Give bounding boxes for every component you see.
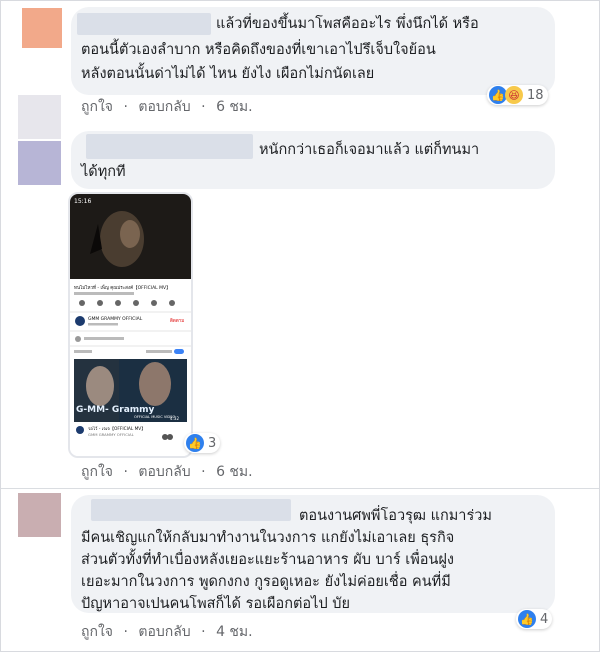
channel-name: GMM GRAMMY OFFICIAL	[88, 316, 143, 322]
avatar[interactable]	[18, 493, 61, 537]
reaction-count: 4	[540, 611, 549, 627]
avatar[interactable]	[18, 141, 61, 185]
reply-link[interactable]: ตอบกลับ	[138, 624, 190, 640]
comment-text-line: แล้วที่ของขึ้นมาโพสคืออะไร พึ่งนึกได้ หร…	[216, 16, 479, 32]
reply-link[interactable]: ตอบกลับ	[138, 464, 190, 480]
timestamp[interactable]: 6 ชม.	[216, 464, 253, 480]
comment-actions: ถูกใจ · ตอบกลับ · 6 ชม.	[81, 99, 253, 115]
commenter-name-blurred[interactable]	[86, 134, 253, 159]
commenter-name-blurred[interactable]	[91, 499, 291, 521]
video-app-screenshot: 15:16 ทนไม่ไหวที่ - เพ็ญ คุณประสงค์【OFFI…	[70, 194, 191, 456]
comment-text-line: ส่วนตัวทั้งที่ทำเบื่องหลังเยอะแยะร้านอาห…	[81, 552, 454, 568]
reaction-summary[interactable]: 👍 😆 18	[487, 85, 548, 105]
status-time: 15:16	[74, 198, 91, 205]
comment-text-line: หลังตอนนั้นด่าไม่ได้ ไหน ยังไง เผือกไม่ก…	[81, 66, 375, 82]
reaction-count: 18	[527, 87, 544, 103]
comment-text-line: ได้ทุกที	[81, 164, 126, 180]
comment-thread: แล้วที่ของขึ้นมาโพสคืออะไร พึ่งนึกได้ หร…	[0, 0, 600, 652]
avatar[interactable]	[18, 95, 61, 139]
next-video-channel: GMM GRAMMY OFFICIAL	[88, 432, 135, 437]
like-link[interactable]: ถูกใจ	[81, 99, 113, 115]
like-link[interactable]: ถูกใจ	[81, 464, 113, 480]
like-icon: 👍	[518, 610, 536, 628]
comment-text-line: ตอนนี้ตัวเองลำบาก หรือคิดถึงของที่เขาเอา…	[81, 42, 436, 58]
subscribe-label: ติดตาม	[170, 318, 184, 324]
comment-text-line: หนักกว่าเธอก็เจอมาแล้ว แต่ก็ทนมา	[259, 142, 480, 158]
timestamp[interactable]: 6 ชม.	[216, 99, 253, 115]
attached-screenshot[interactable]: 15:16 ทนไม่ไหวที่ - เพ็ญ คุณประสงค์【OFFI…	[68, 192, 193, 458]
comment-text-line: ปัญหาอาจเปนคนโพสก็ได้ รอเผือกต่อไป บัย	[81, 596, 350, 612]
like-link[interactable]: ถูกใจ	[81, 624, 113, 640]
reply-link[interactable]: ตอบกลับ	[138, 99, 190, 115]
avatar[interactable]	[22, 8, 62, 48]
divider	[1, 488, 599, 489]
timestamp[interactable]: 4 ชม.	[216, 624, 253, 640]
like-icon: 👍	[186, 434, 204, 452]
commenter-name-blurred[interactable]	[77, 13, 211, 35]
comment-text-line: มีคนเชิญแกให้กลับมาทำงานในวงการ แกยังไม่…	[81, 530, 455, 546]
comment-text-line: เยอะมากในวงการ พูดกงกง กูรอดูเหอะ ยังไม่…	[81, 574, 451, 590]
logo-text: G-MM- Grammy	[76, 405, 155, 415]
comment-actions: ถูกใจ · ตอบกลับ · 6 ชม.	[81, 464, 253, 480]
reaction-summary[interactable]: 👍 3	[184, 433, 221, 453]
duration: 4:32	[170, 416, 179, 421]
haha-icon: 😆	[505, 86, 523, 104]
comment-actions: ถูกใจ · ตอบกลับ · 4 ชม.	[81, 624, 253, 640]
reaction-summary[interactable]: 👍 4	[516, 609, 553, 629]
reaction-count: 3	[208, 435, 217, 451]
comment-text-line: ตอนงานศพพี่โอวรุฒ แกมาร่วม	[299, 508, 492, 524]
